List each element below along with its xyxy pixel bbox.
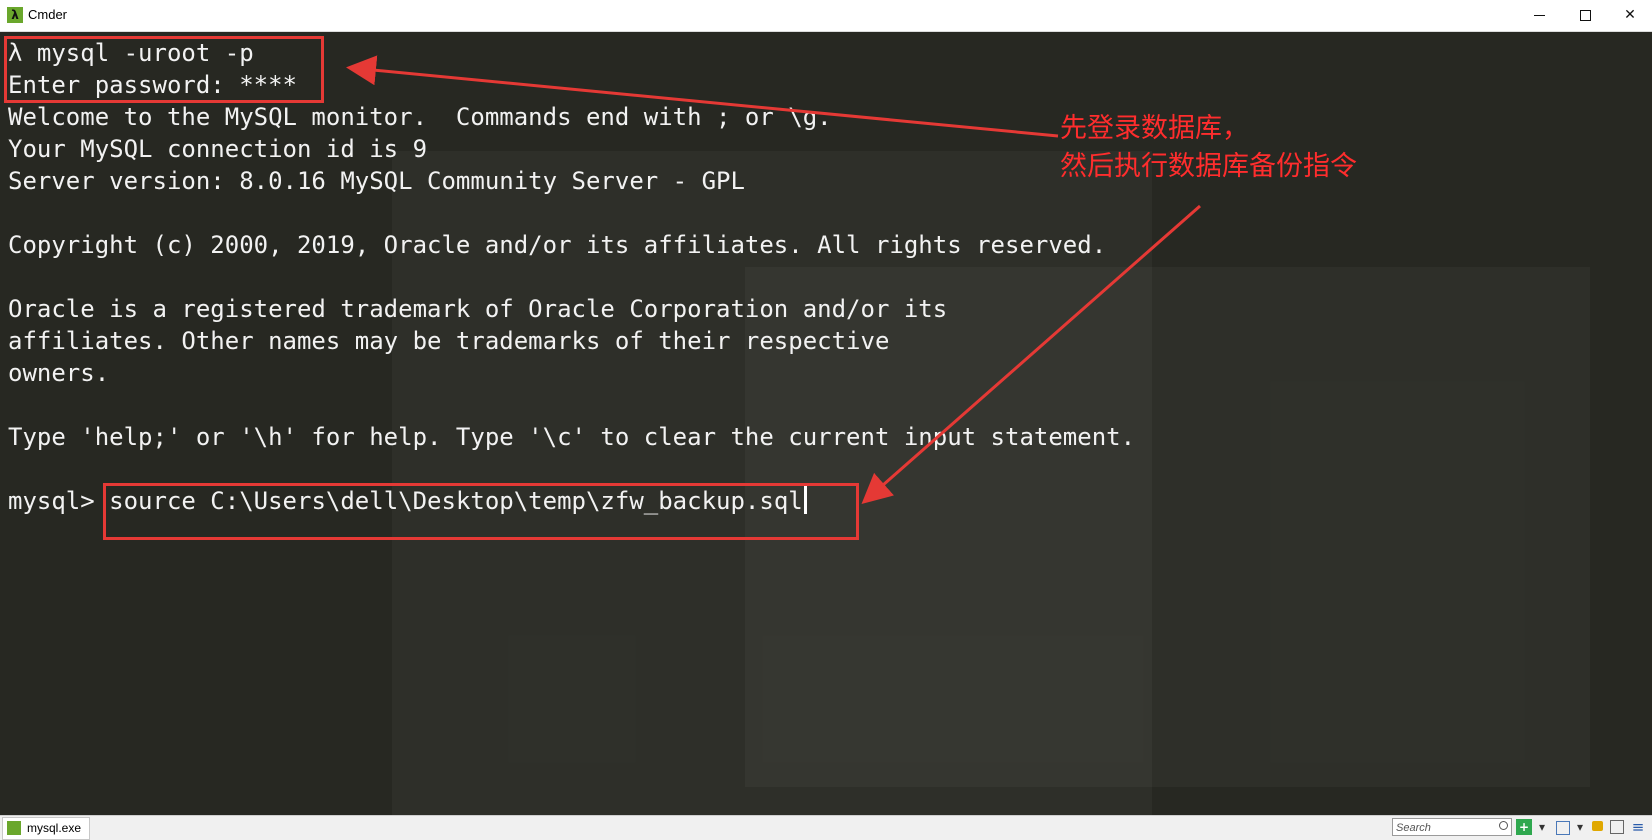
title-bar[interactable]: λ Cmder ✕ <box>0 0 1652 32</box>
console-tab-icon <box>7 821 21 835</box>
maximize-icon <box>1580 10 1591 21</box>
minimize-button[interactable] <box>1516 0 1562 30</box>
mysql-prompt: mysql> <box>8 487 110 515</box>
cmder-window: λ Cmder ✕ λ mysql -uroot -p Enter passwo… <box>0 0 1652 840</box>
maximize-button[interactable] <box>1562 0 1608 30</box>
dropdown-arrow-icon[interactable]: ▾ <box>1534 819 1550 835</box>
annotation-box-login <box>4 36 324 103</box>
terminal-area[interactable]: λ mysql -uroot -p Enter password: **** W… <box>0 31 1652 815</box>
status-bar: mysql.exe Search + ▾ ▾ ≡ <box>0 815 1652 840</box>
dropdown-glyph: ▾ <box>1538 820 1546 834</box>
search-icon <box>1499 821 1508 830</box>
search-placeholder: Search <box>1396 822 1431 834</box>
annotation-box-source-command <box>103 483 859 540</box>
new-console-icon[interactable]: + <box>1516 819 1532 835</box>
view-dropdown-arrow-icon[interactable]: ▾ <box>1572 819 1588 835</box>
terminal-line-help: Type 'help;' or '\h' for help. Type '\c'… <box>8 423 1136 451</box>
terminal-line-server-version: Server version: 8.0.16 MySQL Community S… <box>8 167 745 195</box>
console-tab-label: mysql.exe <box>27 821 82 835</box>
annotation-text-line-1: 先登录数据库， <box>1060 113 1249 144</box>
menu-glyph: ≡ <box>1631 818 1645 836</box>
terminal-line-welcome: Welcome to the MySQL monitor. Commands e… <box>8 103 832 131</box>
terminal-line-trademark-1: Oracle is a registered trademark of Orac… <box>8 295 948 323</box>
split-icon[interactable] <box>1610 820 1624 834</box>
cmder-lambda-icon: λ <box>7 7 23 23</box>
lock-icon[interactable] <box>1592 821 1603 831</box>
close-button[interactable]: ✕ <box>1607 0 1652 30</box>
view-icon[interactable] <box>1556 821 1570 835</box>
terminal-line-trademark-2: affiliates. Other names may be trademark… <box>8 327 890 355</box>
minimize-icon <box>1534 15 1545 16</box>
window-title: Cmder <box>28 7 68 22</box>
view-dropdown-glyph: ▾ <box>1576 820 1584 834</box>
annotation-text-line-2: 然后执行数据库备份指令 <box>1060 151 1357 182</box>
close-icon: ✕ <box>1624 7 1636 23</box>
terminal-line-copyright: Copyright (c) 2000, 2019, Oracle and/or … <box>8 231 1107 259</box>
terminal-line-connection-id: Your MySQL connection id is 9 <box>8 135 428 163</box>
new-console-glyph: + <box>1518 820 1530 834</box>
console-tab-mysql[interactable]: mysql.exe <box>2 817 91 840</box>
terminal-line-trademark-3: owners. <box>8 359 110 387</box>
menu-icon[interactable]: ≡ <box>1630 819 1646 835</box>
search-input[interactable]: Search <box>1392 818 1512 836</box>
